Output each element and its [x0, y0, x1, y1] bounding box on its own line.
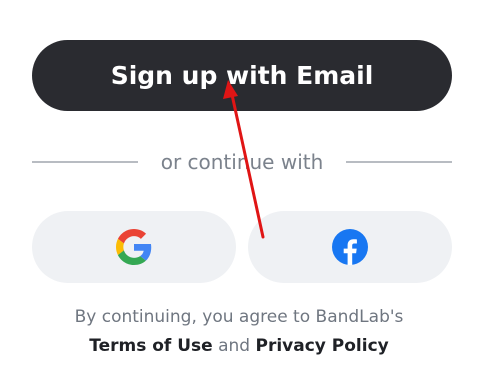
- legal-conjunction: and: [218, 336, 256, 356]
- google-logo-icon: [116, 229, 152, 265]
- privacy-policy-link[interactable]: Privacy Policy: [255, 336, 388, 356]
- legal-disclaimer: By continuing, you agree to BandLab's: [74, 307, 404, 327]
- divider-text: or continue with: [160, 150, 324, 174]
- sign-up-with-email-label: Sign up with Email: [110, 61, 374, 90]
- divider-line-left: [32, 161, 138, 163]
- continue-with-google-button[interactable]: [32, 211, 236, 283]
- facebook-logo-icon: [332, 229, 368, 265]
- terms-of-use-link[interactable]: Terms of Use: [89, 336, 212, 356]
- continue-with-facebook-button[interactable]: [248, 211, 452, 283]
- sign-up-with-email-button[interactable]: Sign up with Email: [32, 40, 452, 111]
- legal-links: Terms of Use and Privacy Policy: [0, 336, 478, 356]
- divider-line-right: [346, 161, 452, 163]
